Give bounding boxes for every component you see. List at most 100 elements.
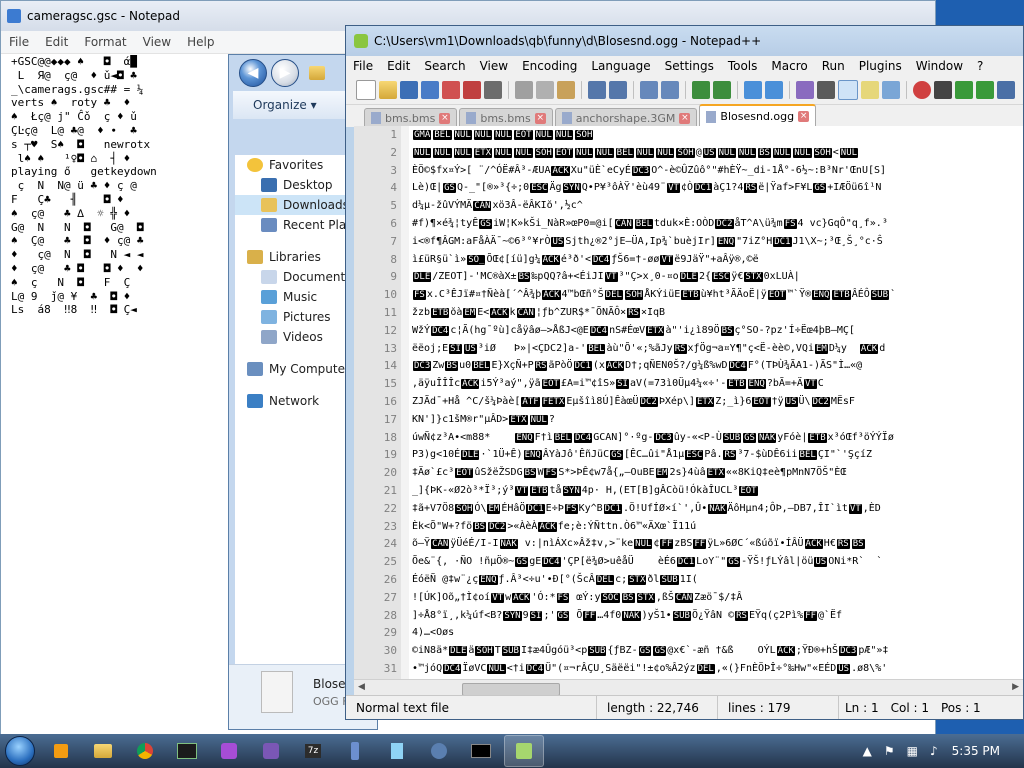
save-icon[interactable] xyxy=(400,81,418,99)
volume-icon[interactable]: ♪ xyxy=(924,744,944,758)
tab-close-icon[interactable]: × xyxy=(798,111,810,122)
close-all-icon[interactable] xyxy=(463,81,481,99)
tree-item-label: Videos xyxy=(283,330,323,344)
redo-icon[interactable] xyxy=(609,81,627,99)
control-char-token: ESC xyxy=(530,183,549,194)
control-char-token: NUL xyxy=(433,147,452,158)
npp-tab[interactable]: bms.bms × xyxy=(364,108,458,127)
npp-menu-view[interactable]: View xyxy=(473,59,515,73)
tab-close-icon[interactable]: × xyxy=(679,112,691,124)
control-char-token: NUL xyxy=(634,539,653,550)
npp-menu-help[interactable]: ? xyxy=(970,59,990,73)
notepad-menu-edit[interactable]: Edit xyxy=(37,35,76,49)
line-number: 22 xyxy=(383,501,397,515)
show-all-chars-icon[interactable] xyxy=(817,81,835,99)
npp-tab[interactable]: anchorshape.3GM × xyxy=(554,108,698,127)
stop-macro-icon[interactable] xyxy=(934,81,952,99)
control-char-token: RS xyxy=(723,450,737,461)
play-macro-icon[interactable] xyxy=(955,81,973,99)
npp-menu-window[interactable]: Window xyxy=(909,59,970,73)
back-button[interactable]: ◀ xyxy=(239,59,267,87)
npp-titlebar[interactable]: C:\Users\vm1\Downloads\qb\funny\d\Bloses… xyxy=(346,26,1023,56)
tab-close-icon[interactable]: × xyxy=(439,112,451,124)
cut-icon[interactable] xyxy=(515,81,533,99)
npp-menu-edit[interactable]: Edit xyxy=(380,59,417,73)
taskbar-monitor[interactable] xyxy=(168,736,206,766)
npp-statusbar: Normal text file length : 22,746 lines :… xyxy=(346,695,1023,719)
npp-menu-plugins[interactable]: Plugins xyxy=(852,59,909,73)
npp-tab[interactable]: bms.bms × xyxy=(459,108,553,127)
notepad-menu-help[interactable]: Help xyxy=(179,35,222,49)
taskbar-tools[interactable] xyxy=(420,736,458,766)
sync-horizontal-icon[interactable] xyxy=(765,81,783,99)
control-char-token: SI xyxy=(449,343,462,354)
line-number: 11 xyxy=(383,305,397,319)
replace-icon[interactable] xyxy=(661,81,679,99)
run-macro-multiple-icon[interactable] xyxy=(976,81,994,99)
npp-menu-run[interactable]: Run xyxy=(815,59,852,73)
taskbar-ink[interactable] xyxy=(336,736,374,766)
control-char-token: VT xyxy=(491,592,505,603)
new-file-icon[interactable] xyxy=(356,80,376,100)
notepad-menu-file[interactable]: File xyxy=(1,35,37,49)
find-icon[interactable] xyxy=(640,81,658,99)
save-macro-icon[interactable] xyxy=(997,81,1015,99)
taskbar-cmd[interactable] xyxy=(462,736,500,766)
npp-menu-encoding[interactable]: Encoding xyxy=(515,59,584,73)
scroll-left-icon[interactable]: ◀ xyxy=(358,682,365,692)
npp-editor[interactable]: 1 2 3 4 5 6 7 8 9 10 11 12 13 14 15 16 17 18 19 20 21 22 23 24 2… xyxy=(354,126,1023,698)
line-number: 7 xyxy=(390,234,397,248)
open-file-icon[interactable] xyxy=(379,81,397,99)
taskbar-7zip[interactable]: 7z xyxy=(294,736,332,766)
show-hidden-icons-icon[interactable]: ▲ xyxy=(857,744,878,758)
tab-close-icon[interactable]: × xyxy=(534,112,546,124)
npp-menu-tools[interactable]: Tools xyxy=(721,59,765,73)
control-char-token: BEL xyxy=(798,450,817,461)
network-icon[interactable]: ▦ xyxy=(901,744,924,758)
npp-menu-macro[interactable]: Macro xyxy=(764,59,814,73)
npp-tab[interactable]: Blosesnd.ogg × xyxy=(699,104,817,127)
indent-guide-icon[interactable] xyxy=(838,80,858,100)
control-char-token: ETB xyxy=(431,307,450,318)
forward-button[interactable]: ▶ xyxy=(271,59,299,87)
line-number: 30 xyxy=(383,644,397,658)
notepad-text-area[interactable]: +GSC@@◆◆◆ ♠ ◘ ά█ L Я@ ç@ ♦ ǔ◄◘ ♣ _\camer… xyxy=(11,55,231,495)
sync-vertical-icon[interactable] xyxy=(744,81,762,99)
taskbar-notepad[interactable] xyxy=(378,736,416,766)
record-macro-icon[interactable] xyxy=(913,81,931,99)
taskbar-app-purple[interactable] xyxy=(252,736,290,766)
notepad-menu-view[interactable]: View xyxy=(135,35,179,49)
npp-menu-settings[interactable]: Settings xyxy=(658,59,721,73)
npp-menu-file[interactable]: File xyxy=(346,59,380,73)
notepad-text-line: ♠ Ç@ ♣ ◘ ♦ ç@ ♣ xyxy=(11,234,151,248)
undo-icon[interactable] xyxy=(588,81,606,99)
taskbar-notepadpp[interactable] xyxy=(504,735,544,767)
scroll-right-icon[interactable]: ▶ xyxy=(1012,682,1019,692)
word-wrap-icon[interactable] xyxy=(796,81,814,99)
taskbar-explorer[interactable] xyxy=(84,736,122,766)
doc-map-icon[interactable] xyxy=(861,81,879,99)
taskbar-chrome[interactable] xyxy=(126,736,164,766)
notepadpp-window[interactable]: C:\Users\vm1\Downloads\qb\funny\d\Bloses… xyxy=(345,25,1024,720)
function-list-icon[interactable] xyxy=(882,81,900,99)
control-char-token: DEL xyxy=(696,663,715,674)
clock[interactable]: 5:35 PM xyxy=(944,744,1024,758)
control-char-token: ENQ xyxy=(479,574,498,585)
zoom-out-icon[interactable] xyxy=(713,81,731,99)
npp-menu-search[interactable]: Search xyxy=(417,59,472,73)
taskbar-game[interactable] xyxy=(210,736,248,766)
save-all-icon[interactable] xyxy=(421,81,439,99)
flag-icon[interactable]: ⚑ xyxy=(878,744,901,758)
notepad-menu-format[interactable]: Format xyxy=(76,35,134,49)
taskbar-media-player[interactable] xyxy=(42,736,80,766)
zoom-in-icon[interactable] xyxy=(692,81,710,99)
close-icon[interactable] xyxy=(442,81,460,99)
code-area[interactable]: GMA BEL NUL NUL NUL EOT NUL NUL SOH NUL NUL NUL ETX N… xyxy=(412,126,1023,680)
print-icon[interactable] xyxy=(484,81,502,99)
start-button[interactable] xyxy=(0,735,40,767)
copy-icon[interactable] xyxy=(536,81,554,99)
npp-menu-language[interactable]: Language xyxy=(584,59,657,73)
organize-button[interactable]: Organize ▾ xyxy=(253,98,317,112)
control-char-token: ETB xyxy=(832,290,851,301)
paste-icon[interactable] xyxy=(557,81,575,99)
